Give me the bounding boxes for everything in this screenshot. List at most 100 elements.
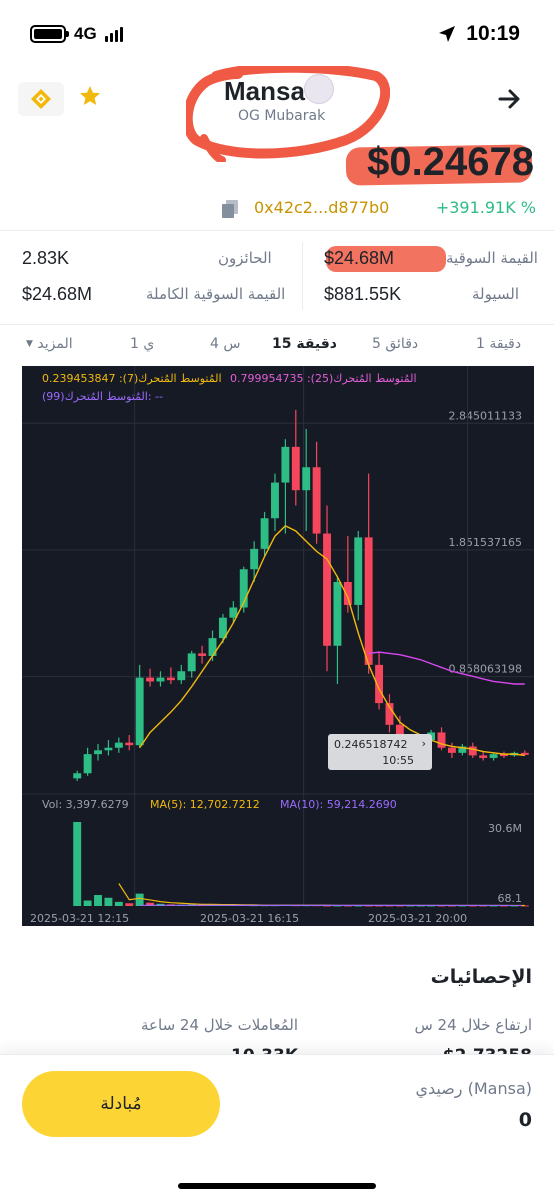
market-cap-value: $24.68M [324, 248, 395, 268]
fdv-value: $24.68M [22, 284, 93, 304]
tab-1d[interactable]: 1 ي [130, 336, 154, 352]
token-price: $0.24678 [367, 140, 534, 184]
token-name: Mansa [224, 76, 305, 106]
candle-body [104, 747, 113, 751]
network-type: 4G [74, 24, 97, 43]
star-icon[interactable] [78, 84, 102, 108]
candle-body [125, 742, 134, 746]
token-avatar [304, 74, 334, 104]
bottom-action-bar: مُبادلة رصيدي (Mansa) 0 [0, 1054, 554, 1200]
token-header: Mansa OG Mubarak [0, 64, 554, 162]
candle-body [343, 582, 352, 605]
location-arrow-icon [439, 26, 456, 42]
candle-body [323, 533, 331, 646]
tab-more-label: المزيد [37, 336, 73, 352]
balance-value: 0 [518, 1109, 532, 1131]
contract-address[interactable]: 0x42c2...d877b0 [254, 198, 389, 217]
liquidity-value: $881.55K [324, 284, 402, 304]
ma7-legend: المُتوسط المُتحرك(7): 0.239453847 [42, 372, 222, 385]
volume-bar [94, 895, 102, 906]
fdv-label: القيمة السوقية الكاملة [146, 285, 286, 303]
candle-body [271, 482, 279, 519]
status-bar: 4G 10:19 [0, 0, 554, 70]
candle-body [83, 754, 92, 774]
candle-body [333, 582, 342, 646]
candle-body [260, 518, 269, 549]
holders-value: 2.83K [22, 248, 70, 268]
y-tick-label: 2.845011133 [449, 409, 522, 422]
signal-icon [104, 26, 123, 42]
price-chart[interactable]: 2.845011133 1.851537165 0.858063198 30.6M 68… [22, 366, 534, 926]
x-tick-label: 2025-03-21 20:00 [368, 912, 467, 925]
chart-canvas: 2.8450111331.8515371650.85806319830.6M68… [22, 366, 534, 925]
x-tick-label: 2025-03-21 16:15 [200, 912, 299, 925]
volume-bar [135, 893, 144, 906]
divider [0, 230, 554, 231]
candle-body [281, 446, 290, 483]
volume-bar [73, 822, 82, 906]
tab-5m[interactable]: 5 دقائق [372, 336, 418, 352]
tab-1m[interactable]: 1 دقيقة [476, 336, 521, 352]
holders-label: الحائزون [218, 249, 272, 267]
candle-body [146, 677, 155, 682]
arrow-right-icon[interactable] [498, 88, 522, 110]
volume-tick-label: 68.1 [498, 892, 523, 905]
candle-body [364, 537, 373, 665]
candle-body [302, 467, 311, 491]
divider [0, 324, 554, 325]
status-right: 10:19 [438, 22, 520, 46]
tab-15m[interactable]: 15 دقيقة [272, 336, 337, 352]
volume-bar [125, 903, 134, 906]
candle-body [354, 537, 363, 605]
more-dropdown-icon: ▼ [26, 339, 33, 349]
market-cap-label: القيمة السوقية [446, 249, 538, 267]
candle-body [479, 755, 488, 758]
bnb-chain-icon [31, 89, 51, 109]
volume-bar [83, 900, 92, 906]
candle-body [187, 653, 196, 672]
volume-legend: Vol: 3,397.6279 [42, 798, 129, 811]
candle-body [447, 747, 456, 753]
home-indicator [178, 1183, 376, 1189]
candle-body [73, 773, 82, 779]
price-change: +391.91K % [435, 198, 536, 217]
volume-bar [114, 901, 123, 906]
volume-bar [104, 897, 113, 906]
tooltip-price: 0.246518742 [334, 738, 408, 751]
tooltip-time: 10:55 [382, 754, 414, 767]
candle-body [198, 653, 207, 656]
candle-body [437, 732, 446, 748]
price-tooltip[interactable]: 0.246518742 › 10:55 [328, 734, 432, 770]
token-subtitle: OG Mubarak [238, 108, 326, 124]
candle-body [177, 671, 186, 681]
tab-4h[interactable]: 4 س [210, 336, 240, 352]
statistics-title: الإحصائيات [430, 966, 532, 988]
candle-body [94, 750, 102, 755]
copy-icon[interactable] [220, 199, 240, 219]
chain-badge[interactable] [18, 82, 64, 116]
balance-label: رصيدي (Mansa) [415, 1079, 532, 1098]
candle-body [291, 446, 300, 491]
candle-body [135, 677, 144, 746]
vol-ma10-legend: MA(10): 59,214.2690 [280, 798, 397, 811]
status-left: 4G [30, 24, 123, 44]
interval-tabs: 1 دقيقة 5 دقائق 15 دقيقة 4 س 1 ي ▼ المزي… [0, 334, 554, 360]
tab-more[interactable]: ▼ المزيد [26, 336, 73, 352]
liquidity-label: السيولة [472, 285, 520, 303]
high-24h-label: ارتفاع خلال 24 س [414, 1016, 532, 1034]
candle-body [468, 746, 477, 756]
x-tick-label: 2025-03-21 12:15 [30, 912, 129, 925]
candle-body [250, 548, 259, 570]
candle-body [208, 638, 217, 656]
swap-button[interactable]: مُبادلة [22, 1071, 220, 1137]
txns-24h-label: المُعاملات خلال 24 ساعة [141, 1016, 298, 1034]
vol-ma5-legend: MA(5): 12,702.7212 [150, 798, 260, 811]
volume-tick-label: 30.6M [488, 822, 522, 835]
candle-body [166, 677, 175, 681]
candle-body [312, 467, 321, 534]
chevron-right-icon: › [421, 737, 426, 750]
clock: 10:19 [466, 22, 520, 45]
market-stats: 2.83K الحائزون $24.68M القيمة السوقية $2… [0, 236, 554, 316]
token-title: Mansa OG Mubarak [186, 66, 390, 162]
vol-ma5-line [118, 883, 525, 907]
